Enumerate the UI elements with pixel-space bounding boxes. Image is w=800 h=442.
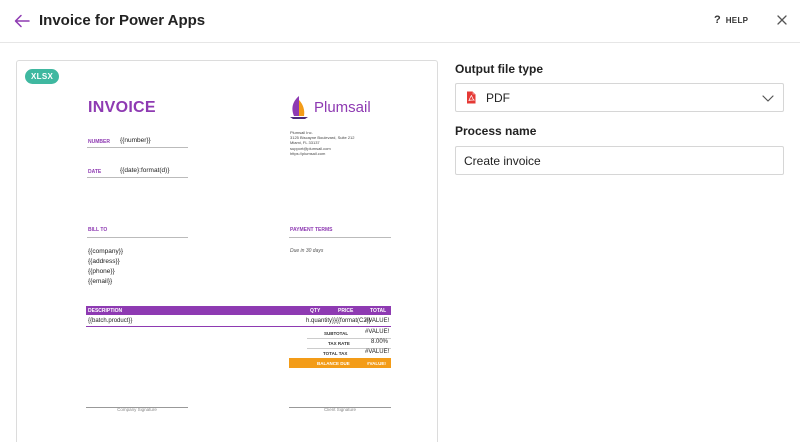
top-bar: Invoice for Power Apps ? HELP <box>0 0 800 43</box>
number-label: NUMBER <box>88 139 110 145</box>
close-icon <box>777 15 787 25</box>
number-value: {{number}} <box>120 137 151 144</box>
total-tax-label: TOTAL TAX <box>323 351 348 356</box>
file-type-badge: XLSX <box>25 69 60 84</box>
row-description: {{batch.product}} <box>88 318 133 324</box>
page-title: Invoice for Power Apps <box>39 12 206 29</box>
client-signature-label: Client Signature <box>323 407 357 412</box>
tax-rate-label: TAX RATE <box>328 341 350 346</box>
divider <box>289 237 391 238</box>
date-label: DATE <box>88 169 102 175</box>
process-name-input[interactable] <box>455 146 784 175</box>
col-qty: QTY <box>310 308 321 314</box>
number-field: NUMBER {{number}} <box>87 136 188 148</box>
subtotal-value: #VALUE! <box>365 329 390 335</box>
tax-rate-value: 8.00% <box>371 339 389 345</box>
company-address: Plumsail Inc. 3125 Biscayne Boulevard, S… <box>290 130 355 156</box>
template-preview: INVOICE Plumsail Plumsail Inc. 3125 Bisc… <box>16 60 438 442</box>
output-type-value: PDF <box>486 90 510 105</box>
company-signature-label: Company Signature <box>117 407 157 412</box>
table-header: DESCRIPTION QTY PRICE TOTAL <box>86 306 391 315</box>
date-value: {{date}:format(d)} <box>120 167 170 174</box>
payment-terms-value: Due in 30 days <box>290 248 324 254</box>
table-row: {{batch.product}} h.quantity}}{{format(C… <box>86 315 391 327</box>
balance-due-label: BALANCE DUE <box>317 360 350 366</box>
arrow-left-icon <box>14 14 30 28</box>
payment-terms-label: PAYMENT TERMS <box>290 227 333 233</box>
divider <box>87 237 188 238</box>
bill-to-label: BILL TO <box>88 227 108 233</box>
subtotal-label: SUBTOTAL <box>324 331 349 336</box>
pdf-icon <box>465 91 477 105</box>
bill-to-block: {{company}} {{address}} {{phone}} {{emai… <box>88 247 123 287</box>
address-line: https://plumsail.com <box>290 150 326 156</box>
total-tax-value: #VALUE! <box>365 349 390 355</box>
close-button[interactable] <box>773 11 791 29</box>
row-qty-price: h.quantity}}{{format(C2)} <box>306 318 371 324</box>
invoice-document: INVOICE Plumsail Plumsail Inc. 3125 Bisc… <box>17 61 437 442</box>
plumsail-logo: Plumsail <box>288 95 371 119</box>
date-field: DATE {{date}:format(d)} <box>87 166 188 178</box>
bill-to-line: {{email}} <box>88 278 113 285</box>
col-description: DESCRIPTION <box>88 308 123 314</box>
help-button[interactable]: ? HELP <box>714 14 748 26</box>
col-total: TOTAL <box>370 308 387 314</box>
question-icon: ? <box>714 14 721 26</box>
chevron-down-icon <box>762 95 774 102</box>
bill-to-line: {{phone}} <box>88 268 115 275</box>
logo-text: Plumsail <box>314 98 371 116</box>
col-price: PRICE <box>338 308 354 314</box>
invoice-title: INVOICE <box>88 99 156 116</box>
process-name-label: Process name <box>455 124 537 138</box>
plumsail-logo-icon <box>290 96 308 119</box>
bill-to-line: {{address}} <box>88 258 120 265</box>
bill-to-line: {{company}} <box>88 248 124 255</box>
balance-due-value: #VALUE! <box>367 360 386 366</box>
back-button[interactable] <box>10 9 34 33</box>
row-total: #VALUE! <box>365 318 390 324</box>
balance-due-row: BALANCE DUE #VALUE! <box>289 358 391 368</box>
help-label: HELP <box>725 15 749 25</box>
output-type-label: Output file type <box>455 62 543 76</box>
output-type-select[interactable]: PDF <box>455 83 784 112</box>
